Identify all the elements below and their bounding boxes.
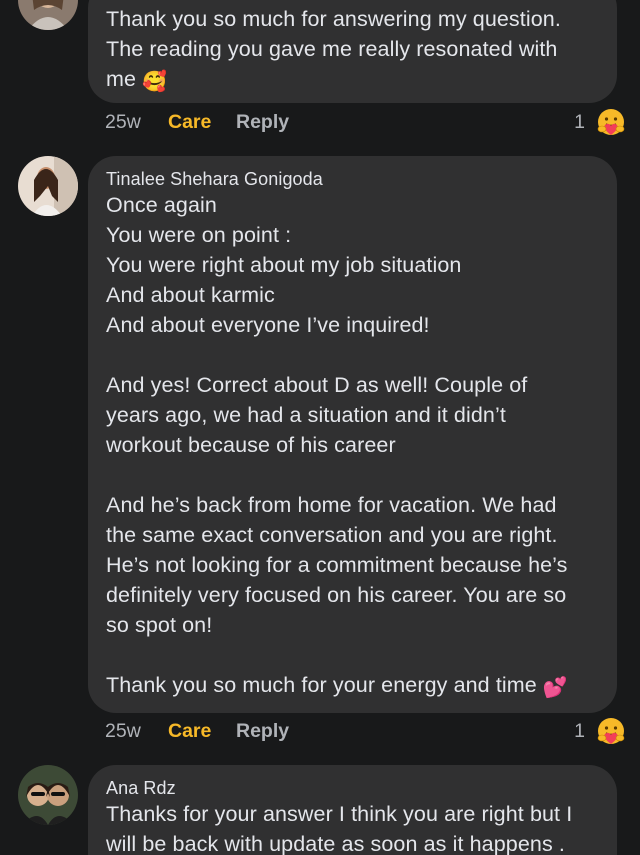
comment-author[interactable]: Tinalee Shehara Gonigoda [106,156,599,190]
reply-button[interactable]: Reply [236,716,289,746]
avatar-photo [18,0,78,30]
comment-bubble: Ana Rdz Thanks for your answer I think y… [88,765,617,855]
care-face-icon[interactable] [597,717,625,745]
avatar-photo [18,156,78,216]
reaction-count[interactable]: 1 [574,716,585,746]
comment-actions: 25w Care Reply 1 [105,107,625,137]
care-face-icon[interactable] [597,108,625,136]
comment-timestamp: 25w [105,720,141,742]
avatar-photo [18,765,78,825]
smiling-face-with-hearts-icon: 🥰 [142,71,168,93]
comment-actions: 25w Care Reply 1 [105,716,625,746]
comment-bubble: Thank you so much for answering my quest… [88,0,617,103]
comment-bubble: Tinalee Shehara Gonigoda Once again You … [88,156,617,713]
comment-text: Thank you so much for answering my quest… [106,7,561,93]
avatar[interactable] [18,0,78,30]
care-reaction-button[interactable]: Care [168,716,211,746]
comment-author[interactable]: Ana Rdz [106,765,599,799]
avatar[interactable] [18,765,78,825]
care-reaction-button[interactable]: Care [168,107,211,137]
comment-text: Once again You were on point : You were … [106,193,568,699]
avatar[interactable] [18,156,78,216]
comment-text: Thanks for your answer I think you are r… [106,802,573,855]
comments-thread: Thank you so much for answering my quest… [0,0,640,855]
two-hearts-icon: 💕 [542,677,568,699]
comment-timestamp: 25w [105,111,141,133]
reply-button[interactable]: Reply [236,107,289,137]
reaction-count[interactable]: 1 [574,107,585,137]
